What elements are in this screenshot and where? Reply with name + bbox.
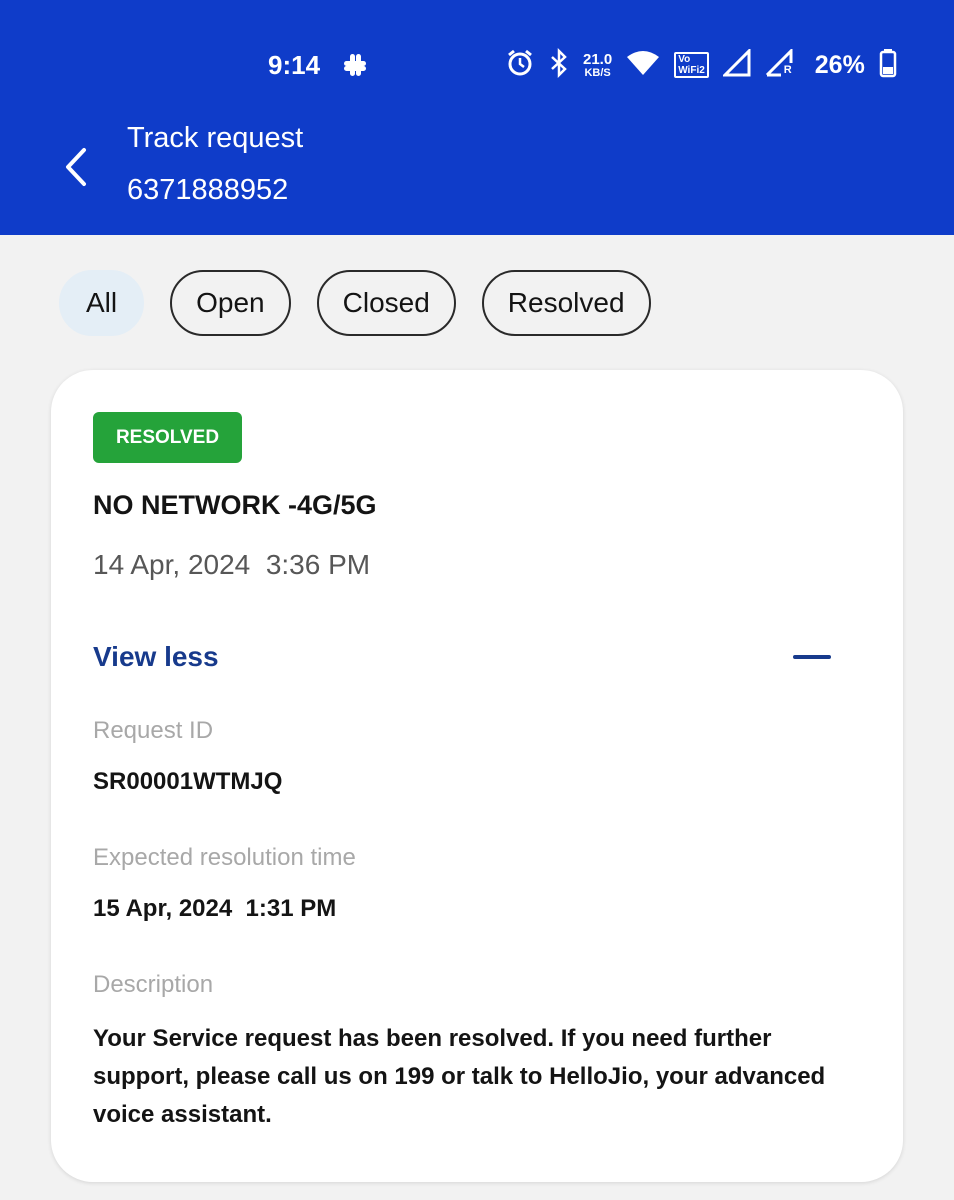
request-id-value: SR00001WTMJQ — [93, 768, 283, 795]
request-date: 14 Apr, 2024 3:36 PM — [93, 549, 371, 580]
alarm-icon — [505, 48, 535, 83]
filter-chip-open[interactable]: Open — [170, 270, 291, 336]
filter-chip-all[interactable]: All — [59, 270, 145, 336]
page-title: Track request — [127, 122, 304, 154]
status-time: 9:14 — [268, 50, 321, 80]
resolution-time-value: 15 Apr, 2024 1:31 PM — [93, 895, 337, 922]
status-badge: RESOLVED — [93, 412, 242, 463]
app-bar: 9:14 21.0 KB/S Vo WiFi2 R 26% Track requ… — [0, 0, 954, 235]
request-title: NO NETWORK -4G/5G — [93, 490, 377, 520]
request-id-label: Request ID — [93, 717, 214, 744]
description-label: Description — [93, 971, 214, 998]
network-speed: 21.0 KB/S — [583, 50, 613, 79]
description-text: Your Service request has been resolved. … — [93, 1025, 826, 1128]
view-less-label: View less — [93, 641, 219, 672]
chevron-left-icon — [66, 148, 86, 186]
resolution-time-label: Expected resolution time — [93, 844, 356, 871]
battery-icon — [879, 48, 897, 83]
signal-icon — [721, 46, 751, 82]
signal-roaming-icon: R — [765, 46, 795, 82]
bluetooth-icon — [549, 47, 569, 83]
request-card: RESOLVED NO NETWORK -4G/5G 14 Apr, 2024 … — [51, 370, 903, 1182]
filter-chips: All Open Closed Resolved — [59, 270, 651, 336]
battery-percent: 26% — [814, 50, 865, 79]
wifi-icon — [626, 49, 660, 82]
minus-icon — [793, 655, 831, 659]
vowifi-icon: Vo WiFi2 — [674, 52, 709, 78]
page-subtitle: 6371888952 — [127, 174, 289, 206]
view-less-toggle[interactable]: View less — [93, 641, 831, 681]
back-button[interactable] — [60, 146, 92, 188]
slack-icon — [340, 50, 370, 85]
roaming-label: R — [783, 63, 792, 76]
status-bar: 9:14 21.0 KB/S Vo WiFi2 R 26% — [0, 44, 954, 88]
filter-chip-closed[interactable]: Closed — [316, 270, 456, 336]
filter-chip-resolved[interactable]: Resolved — [481, 270, 651, 336]
